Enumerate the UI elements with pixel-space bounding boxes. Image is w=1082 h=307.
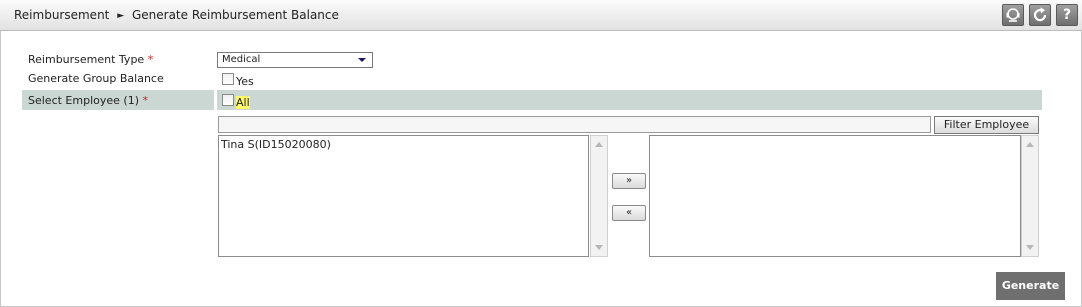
group-balance-checkbox[interactable]: [222, 73, 234, 85]
generate-group-balance-label: Generate Group Balance: [28, 72, 164, 85]
group-balance-yes-label: Yes: [236, 75, 254, 88]
help-icon[interactable]: ?: [1056, 4, 1078, 26]
blank-panel: [375, 42, 402, 69]
select-all-checkbox[interactable]: [222, 94, 234, 106]
generate-button[interactable]: Generate: [996, 272, 1065, 300]
select-employee-label: Select Employee (1) *: [28, 94, 148, 107]
refresh-icon[interactable]: [1029, 4, 1051, 26]
blank-panel: [976, 44, 1013, 91]
breadcrumb-separator-icon: ►: [117, 11, 125, 21]
filter-employee-button[interactable]: Filter Employee: [934, 116, 1039, 134]
scroll-down-icon[interactable]: [595, 245, 603, 250]
select-all-label: All: [236, 96, 250, 109]
scroll-up-icon[interactable]: [1026, 142, 1034, 147]
breadcrumb: Reimbursement ► Generate Reimbursement B…: [14, 8, 339, 22]
header-bar: Reimbursement ► Generate Reimbursement B…: [0, 0, 1082, 31]
scroll-up-icon[interactable]: [595, 142, 603, 147]
reimbursement-type-value: Medical: [222, 54, 261, 65]
employee-filter-input[interactable]: [218, 116, 931, 133]
available-employees-list[interactable]: Tina S(ID15020080): [218, 135, 589, 257]
list-item[interactable]: Tina S(ID15020080): [221, 138, 331, 151]
remove-employee-button[interactable]: «: [612, 205, 646, 221]
add-employee-button[interactable]: »: [612, 173, 646, 189]
required-marker: *: [147, 53, 154, 66]
scroll-down-icon[interactable]: [1026, 245, 1034, 250]
required-marker: *: [142, 94, 149, 107]
reimbursement-type-label: Reimbursement Type *: [28, 53, 154, 66]
breadcrumb-current: Generate Reimbursement Balance: [131, 8, 339, 22]
reimbursement-type-select[interactable]: Medical: [217, 52, 373, 68]
available-list-scrollbar[interactable]: [590, 135, 608, 257]
select-employee-row: [22, 90, 1042, 110]
selected-employees-list[interactable]: [649, 135, 1021, 257]
breadcrumb-parent[interactable]: Reimbursement: [14, 8, 109, 22]
selected-list-scrollbar[interactable]: [1021, 135, 1039, 257]
blank-panel: [1049, 92, 1071, 262]
chevron-down-icon: [358, 58, 366, 62]
support-icon[interactable]: [1002, 4, 1024, 26]
row-divider: [214, 90, 217, 110]
